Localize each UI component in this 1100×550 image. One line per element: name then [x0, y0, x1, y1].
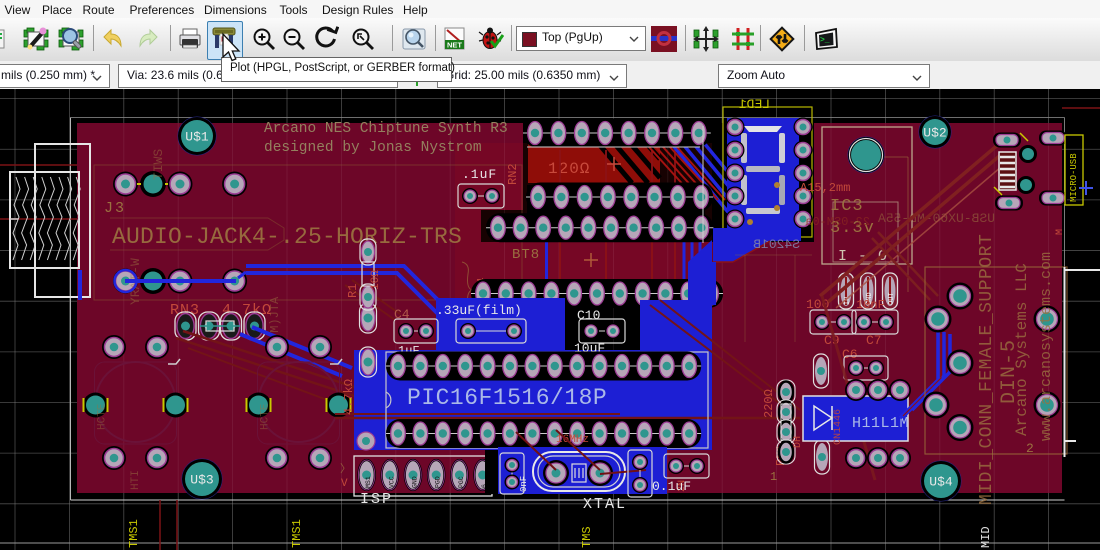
svg-text:TMS1: TMS1 — [127, 519, 141, 548]
svg-text:C7: C7 — [866, 333, 882, 348]
svg-text:PIC16F1516/18P: PIC16F1516/18P — [407, 385, 607, 411]
svg-text:XTAL: XTAL — [583, 496, 627, 513]
svg-text:MID: MID — [979, 526, 993, 548]
svg-text:2: 2 — [1026, 441, 1034, 456]
svg-text:designed by Jonas Nystrom: designed by Jonas Nystrom — [264, 140, 482, 156]
svg-text:HTI: HTI — [130, 470, 142, 490]
svg-text:PGD: PGD — [435, 476, 442, 488]
svg-text:4.7kΩ: 4.7kΩ — [342, 379, 356, 415]
svg-text:V: V — [341, 478, 348, 490]
svg-text:TMS1: TMS1 — [290, 519, 304, 548]
svg-text:U$4: U$4 — [929, 475, 953, 490]
svg-text:AUDIO-JACK4-.25-HORIZ-TRS: AUDIO-JACK4-.25-HORIZ-TRS — [112, 224, 462, 250]
svg-text:M: M — [1055, 229, 1066, 235]
svg-text:NET: NET — [447, 41, 462, 50]
svg-text:RN2: RN2 — [506, 163, 520, 185]
svg-text:U$2: U$2 — [923, 126, 946, 141]
svg-text:.33uF(film): .33uF(film) — [436, 303, 522, 318]
svg-text:1: 1 — [770, 470, 777, 484]
svg-text:S4201B: S4201B — [753, 237, 800, 252]
svg-text:Arcano NES Chiptune Synth R3: Arcano NES Chiptune Synth R3 — [264, 121, 508, 137]
svg-text:>_: >_ — [820, 36, 830, 45]
svg-text:PGC: PGC — [458, 476, 465, 488]
svg-text:OUT: OUT — [888, 292, 896, 305]
svg-text:TMS: TMS — [580, 526, 594, 548]
svg-text:R1: R1 — [346, 284, 360, 298]
svg-text:C10: C10 — [577, 308, 600, 323]
svg-text:U$1: U$1 — [185, 130, 209, 145]
svg-text:HCTE: HCTE — [97, 403, 109, 430]
svg-text:.1uF: .1uF — [462, 167, 497, 182]
svg-text:22-0SM-0a: 22-0SM-0a — [805, 215, 870, 229]
svg-text:CN1446: CN1446 — [833, 409, 844, 445]
svg-text:MIDI_CONN_FEMALE_SUPPORT: MIDI_CONN_FEMALE_SUPPORT — [977, 234, 997, 505]
svg-text:LED1: LED1 — [739, 97, 770, 112]
svg-text:GND: GND — [412, 476, 419, 488]
svg-text:MICRO-USB: MICRO-USB — [1069, 153, 1079, 202]
svg-text:MS1: MS1 — [365, 476, 372, 488]
svg-text:Arcano Systems LLC: Arcano Systems LLC — [1013, 263, 1031, 436]
svg-text:ISP: ISP — [360, 491, 393, 508]
svg-text:10Ω: 10Ω — [370, 270, 382, 290]
svg-text:USB-UX60-MD-55A: USB-UX60-MD-55A — [878, 211, 995, 226]
svg-text:A15,2mm: A15,2mm — [800, 181, 850, 195]
svg-text:C4: C4 — [394, 307, 410, 322]
svg-text:BT8: BT8 — [512, 247, 540, 263]
svg-text:IC3: IC3 — [830, 197, 864, 216]
svg-text:220Ω: 220Ω — [762, 389, 776, 418]
svg-text:J3: J3 — [104, 200, 126, 217]
svg-text:0.1uF: 0.1uF — [652, 479, 691, 494]
svg-text:0nF: 0nF — [519, 476, 529, 492]
svg-text:U$3: U$3 — [190, 473, 213, 488]
svg-text:VCC: VCC — [388, 476, 395, 488]
svg-text:DH: DH — [793, 436, 804, 448]
svg-text:www.arcanosystems.com: www.arcanosystems.com — [1038, 252, 1055, 441]
svg-text:〉: 〉 — [340, 462, 351, 476]
svg-text:HCTE: HCTE — [260, 403, 272, 430]
svg-text:120Ω: 120Ω — [548, 160, 590, 178]
svg-text:TIWS: TIWS — [151, 149, 166, 180]
